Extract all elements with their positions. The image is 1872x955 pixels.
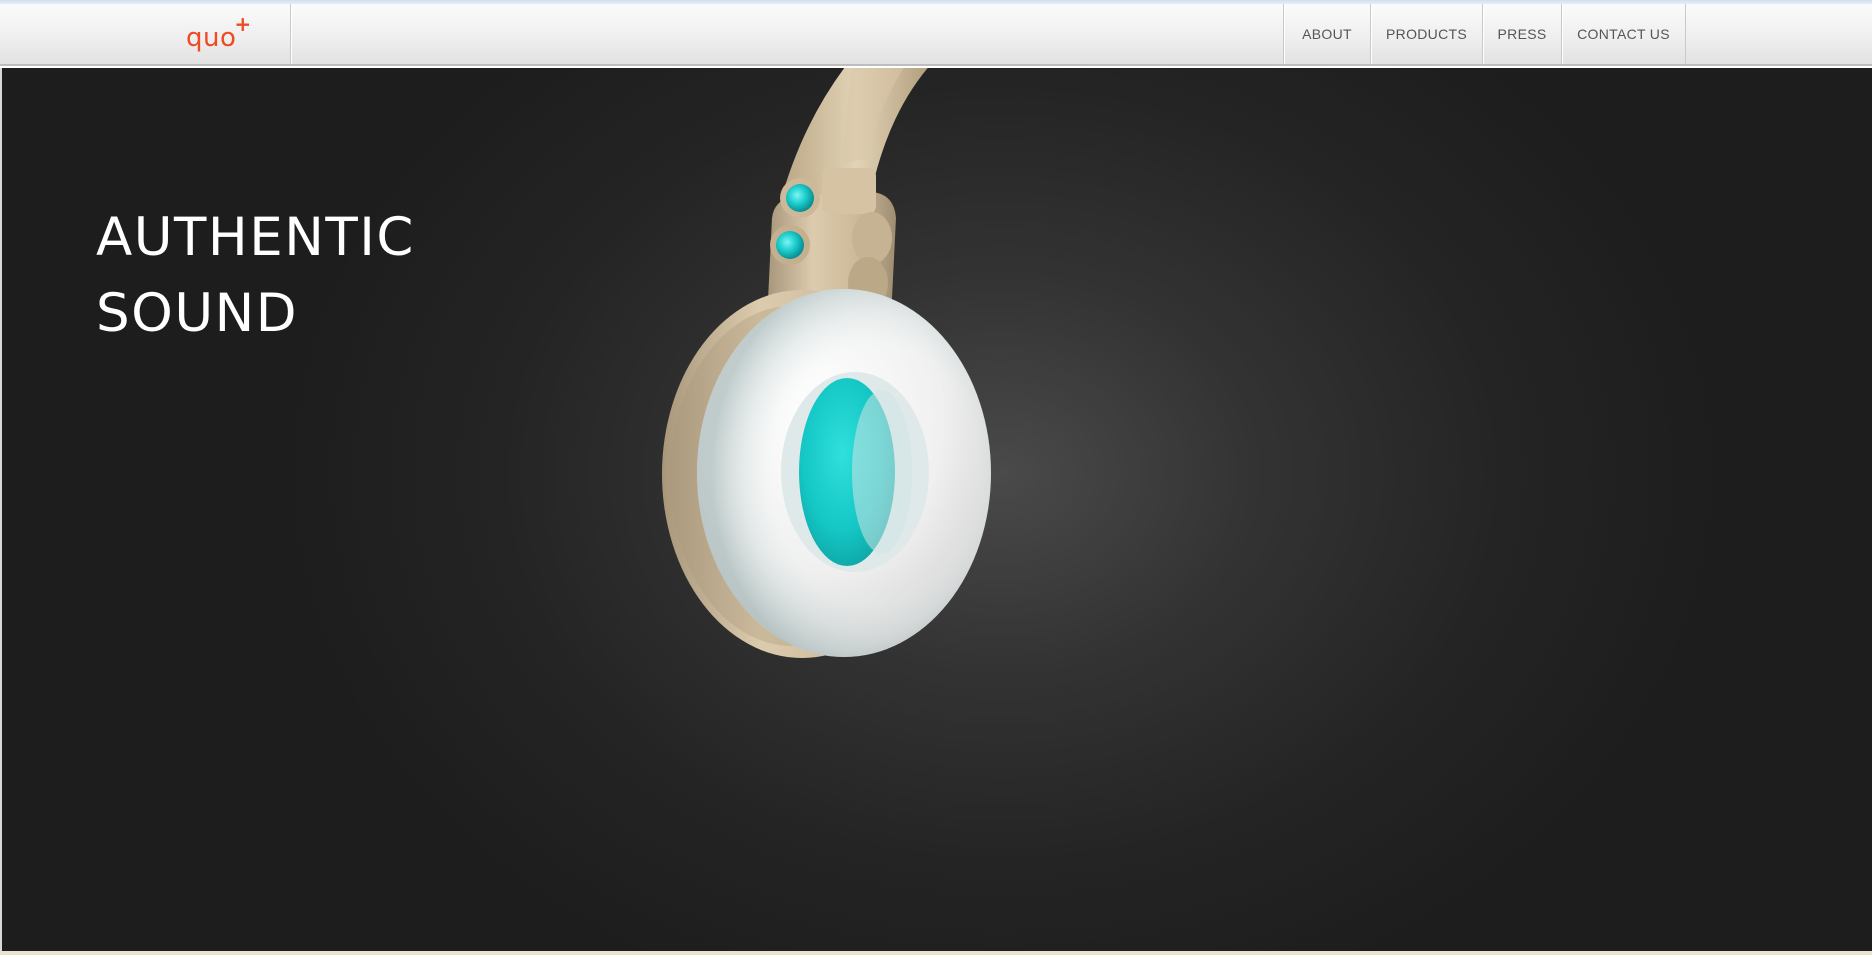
headline-line-1: AUTHENTIC bbox=[96, 207, 415, 268]
hero-banner: AUTHENTIC SOUND bbox=[2, 68, 1872, 951]
bottom-edge bbox=[0, 951, 1872, 955]
nav-item-products[interactable]: PRODUCTS bbox=[1371, 4, 1483, 64]
page: QUO + ABOUT PRODUCTS PRESS CONTACT US bbox=[0, 0, 1872, 955]
quo-logo[interactable]: QUO + bbox=[186, 14, 251, 54]
site-header: QUO + ABOUT PRODUCTS PRESS CONTACT US bbox=[0, 4, 1872, 66]
logo-text: QUO bbox=[186, 23, 237, 53]
nav-item-about[interactable]: ABOUT bbox=[1284, 4, 1371, 64]
logo-plus-icon: + bbox=[234, 12, 252, 36]
headline-line-2: SOUND bbox=[96, 283, 299, 344]
main-nav: ABOUT PRODUCTS PRESS CONTACT US bbox=[1283, 4, 1686, 64]
nav-item-press[interactable]: PRESS bbox=[1483, 4, 1562, 64]
hero-headline: AUTHENTIC SOUND bbox=[96, 200, 415, 352]
nav-item-contact-us[interactable]: CONTACT US bbox=[1562, 4, 1686, 64]
logo-area: QUO + bbox=[0, 4, 291, 64]
